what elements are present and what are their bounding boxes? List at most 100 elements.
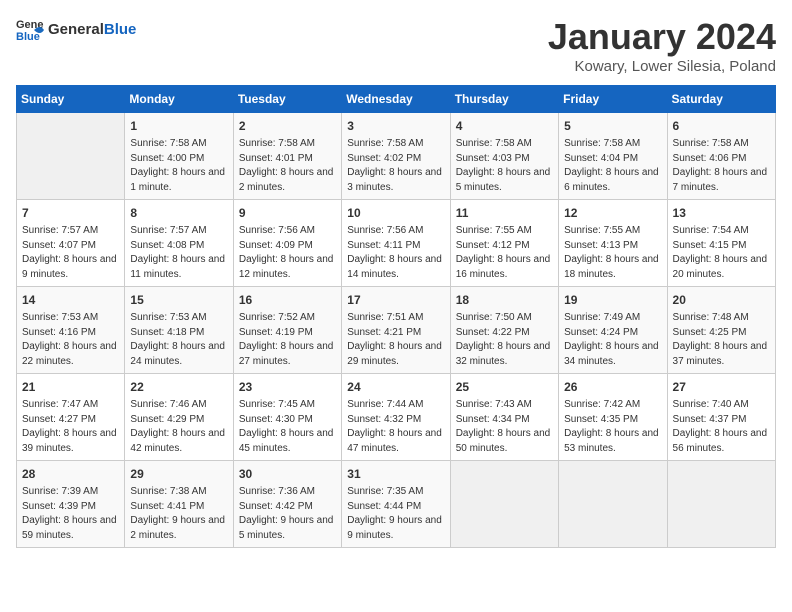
day-info: Sunrise: 7:58 AMSunset: 4:03 PMDaylight:… bbox=[456, 137, 553, 195]
weekday-header: Saturday bbox=[667, 86, 775, 113]
title-area: January 2024 Kowary, Lower Silesia, Pola… bbox=[548, 16, 776, 75]
calendar-cell: 26Sunrise: 7:42 AMSunset: 4:35 PMDayligh… bbox=[559, 374, 667, 461]
day-info: Sunrise: 7:47 AMSunset: 4:27 PMDaylight:… bbox=[22, 398, 119, 456]
day-info: Sunrise: 7:39 AMSunset: 4:39 PMDaylight:… bbox=[22, 485, 119, 543]
calendar-cell: 9Sunrise: 7:56 AMSunset: 4:09 PMDaylight… bbox=[233, 200, 341, 287]
calendar-cell: 22 Sunrise: 7:46 AMSunset: 4:29 PMDayligh… bbox=[125, 374, 233, 461]
calendar-cell: 27Sunrise: 7:40 AMSunset: 4:37 PMDayligh… bbox=[667, 374, 775, 461]
calendar-cell: 30Sunrise: 7:36 AMSunset: 4:42 PMDayligh… bbox=[233, 461, 341, 548]
day-info: Sunrise: 7:58 AMSunset: 4:06 PMDaylight:… bbox=[673, 137, 770, 195]
calendar-cell: 12Sunrise: 7:55 AMSunset: 4:13 PMDayligh… bbox=[559, 200, 667, 287]
day-number: 14 bbox=[22, 291, 119, 309]
logo-icon: General Blue bbox=[16, 16, 44, 44]
logo-blue: Blue bbox=[104, 21, 137, 38]
weekday-header: Thursday bbox=[450, 86, 558, 113]
calendar-cell: 31 Sunrise: 7:35 AMSunset: 4:44 PMDayligh… bbox=[342, 461, 450, 548]
day-number: 3 bbox=[347, 117, 444, 135]
calendar-cell: 16 Sunrise: 7:52 AMSunset: 4:19 PMDayligh… bbox=[233, 287, 341, 374]
calendar-cell: 6 Sunrise: 7:58 AMSunset: 4:06 PMDaylight… bbox=[667, 113, 775, 200]
calendar-cell: 4 Sunrise: 7:58 AMSunset: 4:03 PMDaylight… bbox=[450, 113, 558, 200]
logo: General Blue GeneralBlue bbox=[16, 16, 136, 44]
calendar-cell: 24Sunrise: 7:44 AMSunset: 4:32 PMDayligh… bbox=[342, 374, 450, 461]
page-header: General Blue GeneralBlue January 2024 Ko… bbox=[16, 16, 776, 75]
day-info: Sunrise: 7:56 AMSunset: 4:09 PMDaylight:… bbox=[239, 224, 336, 282]
weekday-header: Friday bbox=[559, 86, 667, 113]
day-number: 22 bbox=[130, 378, 227, 396]
day-number: 25 bbox=[456, 378, 553, 396]
day-number: 15 bbox=[130, 291, 227, 309]
day-info: Sunrise: 7:45 AMSunset: 4:30 PMDaylight:… bbox=[239, 398, 336, 456]
day-number: 28 bbox=[22, 465, 119, 483]
day-number: 12 bbox=[564, 204, 661, 222]
day-info: Sunrise: 7:50 AMSunset: 4:22 PMDaylight:… bbox=[456, 311, 553, 369]
svg-text:Blue: Blue bbox=[16, 31, 40, 43]
calendar-week-row: 1Sunrise: 7:58 AMSunset: 4:00 PMDaylight… bbox=[17, 113, 776, 200]
day-number: 26 bbox=[564, 378, 661, 396]
calendar-table: SundayMondayTuesdayWednesdayThursdayFrid… bbox=[16, 85, 776, 548]
day-number: 5 bbox=[564, 117, 661, 135]
calendar-cell: 3 Sunrise: 7:58 AMSunset: 4:02 PMDaylight… bbox=[342, 113, 450, 200]
day-number: 8 bbox=[130, 204, 227, 222]
weekday-header: Tuesday bbox=[233, 86, 341, 113]
location-title: Kowary, Lower Silesia, Poland bbox=[548, 58, 776, 75]
day-info: Sunrise: 7:57 AMSunset: 4:07 PMDaylight:… bbox=[22, 224, 119, 282]
day-number: 21 bbox=[22, 378, 119, 396]
day-number: 19 bbox=[564, 291, 661, 309]
weekday-header: Monday bbox=[125, 86, 233, 113]
calendar-week-row: 7Sunrise: 7:57 AMSunset: 4:07 PMDaylight… bbox=[17, 200, 776, 287]
day-info: Sunrise: 7:56 AMSunset: 4:11 PMDaylight:… bbox=[347, 224, 444, 282]
calendar-cell bbox=[559, 461, 667, 548]
day-number: 16 bbox=[239, 291, 336, 309]
calendar-cell: 1Sunrise: 7:58 AMSunset: 4:00 PMDaylight… bbox=[125, 113, 233, 200]
day-info: Sunrise: 7:48 AMSunset: 4:25 PMDaylight:… bbox=[673, 311, 770, 369]
day-number: 23 bbox=[239, 378, 336, 396]
day-info: Sunrise: 7:58 AMSunset: 4:00 PMDaylight:… bbox=[130, 137, 227, 195]
day-info: Sunrise: 7:35 AMSunset: 4:44 PMDaylight:… bbox=[347, 485, 444, 543]
day-info: Sunrise: 7:58 AMSunset: 4:04 PMDaylight:… bbox=[564, 137, 661, 195]
day-number: 24 bbox=[347, 378, 444, 396]
calendar-week-row: 21 Sunrise: 7:47 AMSunset: 4:27 PMDayligh… bbox=[17, 374, 776, 461]
calendar-cell: 21 Sunrise: 7:47 AMSunset: 4:27 PMDayligh… bbox=[17, 374, 125, 461]
day-number: 6 bbox=[673, 117, 770, 135]
calendar-header-row: SundayMondayTuesdayWednesdayThursdayFrid… bbox=[17, 86, 776, 113]
day-info: Sunrise: 7:55 AMSunset: 4:12 PMDaylight:… bbox=[456, 224, 553, 282]
calendar-cell: 13 Sunrise: 7:54 AMSunset: 4:15 PMDayligh… bbox=[667, 200, 775, 287]
day-info: Sunrise: 7:38 AMSunset: 4:41 PMDaylight:… bbox=[130, 485, 227, 543]
day-number: 2 bbox=[239, 117, 336, 135]
calendar-cell: 10 Sunrise: 7:56 AMSunset: 4:11 PMDayligh… bbox=[342, 200, 450, 287]
calendar-cell: 14Sunrise: 7:53 AMSunset: 4:16 PMDayligh… bbox=[17, 287, 125, 374]
day-info: Sunrise: 7:58 AMSunset: 4:02 PMDaylight:… bbox=[347, 137, 444, 195]
day-number: 29 bbox=[130, 465, 227, 483]
day-number: 27 bbox=[673, 378, 770, 396]
day-info: Sunrise: 7:43 AMSunset: 4:34 PMDaylight:… bbox=[456, 398, 553, 456]
calendar-cell: 11Sunrise: 7:55 AMSunset: 4:12 PMDayligh… bbox=[450, 200, 558, 287]
calendar-cell: 23 Sunrise: 7:45 AMSunset: 4:30 PMDayligh… bbox=[233, 374, 341, 461]
calendar-cell: 18 Sunrise: 7:50 AMSunset: 4:22 PMDayligh… bbox=[450, 287, 558, 374]
day-number: 13 bbox=[673, 204, 770, 222]
day-info: Sunrise: 7:51 AMSunset: 4:21 PMDaylight:… bbox=[347, 311, 444, 369]
day-info: Sunrise: 7:57 AMSunset: 4:08 PMDaylight:… bbox=[130, 224, 227, 282]
day-number: 31 bbox=[347, 465, 444, 483]
calendar-cell: 19 Sunrise: 7:49 AMSunset: 4:24 PMDayligh… bbox=[559, 287, 667, 374]
day-info: Sunrise: 7:36 AMSunset: 4:42 PMDaylight:… bbox=[239, 485, 336, 543]
day-info: Sunrise: 7:52 AMSunset: 4:19 PMDaylight:… bbox=[239, 311, 336, 369]
day-info: Sunrise: 7:54 AMSunset: 4:15 PMDaylight:… bbox=[673, 224, 770, 282]
day-number: 10 bbox=[347, 204, 444, 222]
calendar-cell: 29 Sunrise: 7:38 AMSunset: 4:41 PMDayligh… bbox=[125, 461, 233, 548]
calendar-cell: 28 Sunrise: 7:39 AMSunset: 4:39 PMDayligh… bbox=[17, 461, 125, 548]
weekday-header: Sunday bbox=[17, 86, 125, 113]
logo-general: General bbox=[48, 21, 104, 38]
calendar-week-row: 28 Sunrise: 7:39 AMSunset: 4:39 PMDayligh… bbox=[17, 461, 776, 548]
calendar-cell: 17 Sunrise: 7:51 AMSunset: 4:21 PMDayligh… bbox=[342, 287, 450, 374]
calendar-cell: 20 Sunrise: 7:48 AMSunset: 4:25 PMDayligh… bbox=[667, 287, 775, 374]
day-number: 20 bbox=[673, 291, 770, 309]
calendar-cell: 15Sunrise: 7:53 AMSunset: 4:18 PMDayligh… bbox=[125, 287, 233, 374]
day-number: 18 bbox=[456, 291, 553, 309]
calendar-cell bbox=[667, 461, 775, 548]
day-number: 17 bbox=[347, 291, 444, 309]
day-number: 4 bbox=[456, 117, 553, 135]
calendar-cell: 8 Sunrise: 7:57 AMSunset: 4:08 PMDaylight… bbox=[125, 200, 233, 287]
day-info: Sunrise: 7:46 AMSunset: 4:29 PMDaylight:… bbox=[130, 398, 227, 456]
day-info: Sunrise: 7:49 AMSunset: 4:24 PMDaylight:… bbox=[564, 311, 661, 369]
day-info: Sunrise: 7:58 AMSunset: 4:01 PMDaylight:… bbox=[239, 137, 336, 195]
